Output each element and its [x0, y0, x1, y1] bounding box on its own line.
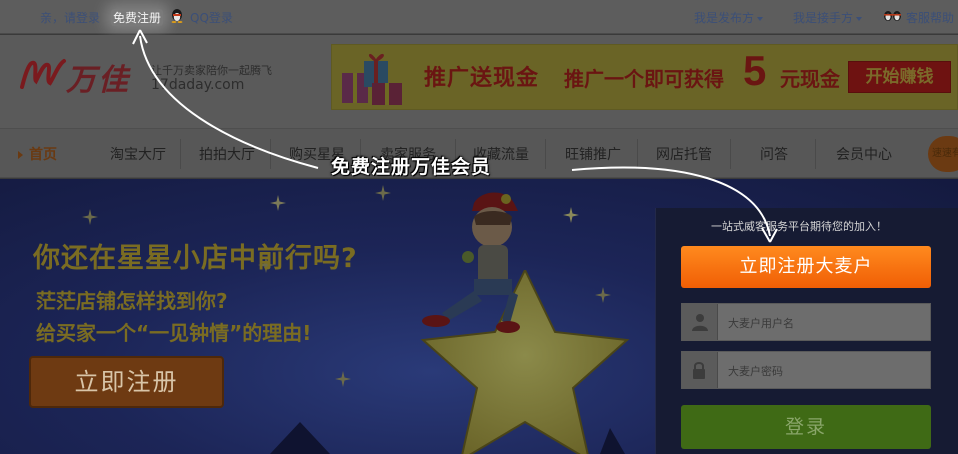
site-header: 万佳 让千万卖家陪你一起腾飞 17daday.com 推广送现金 推广一个即可获…	[0, 35, 958, 128]
nav-badge[interactable]: 速速有	[928, 136, 958, 172]
logo-text: 万佳	[66, 63, 130, 98]
nav-divider	[545, 139, 546, 169]
sparkle-star-icon	[335, 371, 351, 387]
login-panel: 一站式威客服务平台期待您的加入！ 立即注册大麦户 大麦户用户名 大麦户密码 登录	[655, 208, 958, 454]
sparkle-star-icon	[270, 195, 286, 211]
taker-menu-label: 我是接手方	[793, 11, 854, 25]
hero-headline: 你还在星星小店中前行吗?	[33, 243, 358, 274]
sparkle-star-icon	[375, 185, 391, 201]
login-button[interactable]: 登录	[681, 405, 931, 449]
publisher-menu[interactable]: 我是发布方	[694, 9, 764, 26]
nav-item-qa[interactable]: 问答	[760, 144, 788, 164]
banner-amount: 5	[743, 47, 767, 94]
username-placeholder: 大麦户用户名	[728, 317, 794, 330]
nav-divider	[637, 139, 638, 169]
gift-boxes-icon	[342, 54, 402, 105]
nav-item-home[interactable]: 首页	[18, 144, 57, 164]
qq-login-link[interactable]: QQ登录	[190, 9, 233, 26]
nav-divider	[180, 139, 181, 169]
nav-divider	[730, 139, 731, 169]
lock-icon-box	[682, 352, 718, 388]
user-icon-box	[682, 304, 718, 340]
sparkle-star-icon	[82, 209, 98, 225]
hero-register-button[interactable]: 立即注册	[29, 356, 224, 408]
login-link[interactable]: 亲，请登录	[40, 9, 100, 26]
banner-subtitle: 推广一个即可获得	[564, 67, 724, 91]
nav-divider	[815, 139, 816, 169]
nav-item-label: 首页	[29, 147, 57, 163]
qq-penguin-icon	[171, 9, 183, 23]
help-link[interactable]: 客服帮助	[906, 9, 954, 26]
password-field[interactable]: 大麦户密码	[681, 351, 931, 389]
hero-line-3: 给买家一个“一见钟情”的理由!	[36, 321, 312, 345]
header-domain: 17daday.com	[151, 77, 245, 93]
help-penguin-icon	[884, 11, 901, 21]
publisher-menu-label: 我是发布方	[694, 11, 755, 25]
home-marker-icon	[18, 151, 23, 159]
nav-item-store-hosting[interactable]: 网店托管	[656, 144, 712, 164]
hero-section: 你还在星星小店中前行吗? 茫茫店铺怎样找到你? 给买家一个“一见钟情”的理由! …	[0, 179, 958, 454]
taker-menu[interactable]: 我是接手方	[793, 9, 863, 26]
nav-item-shop-promotion[interactable]: 旺铺推广	[565, 144, 621, 164]
promo-banner[interactable]: 推广送现金 推广一个即可获得 5 元现金 开始赚钱	[331, 44, 958, 110]
password-placeholder: 大麦户密码	[728, 365, 783, 378]
top-bar: 亲，请登录 免费注册 QQ登录 我是发布方 我是接手方 客服帮助	[0, 0, 958, 34]
register-link[interactable]: 免费注册	[111, 9, 164, 26]
nav-item-paipai-hall[interactable]: 拍拍大厅	[199, 144, 255, 164]
user-icon	[692, 314, 708, 331]
nav-item-member-center[interactable]: 会员中心	[836, 144, 892, 164]
chevron-down-icon	[757, 16, 764, 21]
register-account-button[interactable]: 立即注册大麦户	[681, 246, 931, 288]
username-field[interactable]: 大麦户用户名	[681, 303, 931, 341]
tutorial-tooltip: 免费注册万佳会员	[331, 156, 492, 178]
boy-character-illustration	[422, 192, 520, 333]
banner-title: 推广送现金	[424, 66, 540, 91]
logo-m-icon	[20, 59, 66, 89]
chevron-down-icon	[856, 16, 863, 21]
nav-divider	[270, 139, 271, 169]
lock-icon	[693, 362, 705, 379]
banner-currency: 元现金	[780, 67, 840, 91]
sparkle-star-icon	[563, 207, 579, 223]
panel-welcome-text: 一站式威客服务平台期待您的加入！	[711, 220, 887, 233]
nav-item-taobao-hall[interactable]: 淘宝大厅	[110, 144, 166, 164]
start-earning-button[interactable]: 开始赚钱	[848, 61, 951, 93]
hero-line-2: 茫茫店铺怎样找到你?	[36, 289, 228, 313]
header-slogan: 让千万卖家陪你一起腾飞	[151, 64, 272, 77]
